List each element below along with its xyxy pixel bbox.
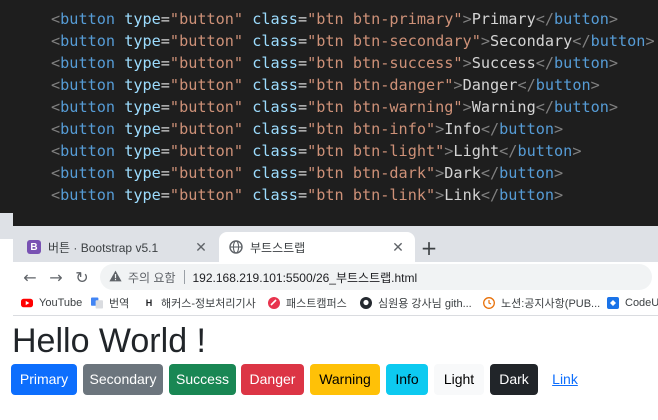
secondary-button[interactable]: Secondary xyxy=(83,364,163,395)
code-line: <button type="button" class="btn btn-lin… xyxy=(51,186,564,204)
bookmark-label: 패스트캠퍼스 xyxy=(286,298,347,310)
address-bar[interactable]: 주의 요함 192.168.219.101:5500/26_부트스트랩.html xyxy=(100,264,652,290)
bookmark-translate[interactable]: 번역 xyxy=(91,294,129,312)
reload-icon[interactable]: ↻ xyxy=(71,266,93,288)
browser-toolbar: ← → ↻ 주의 요함 192.168.219.101:5500/26_부트스트… xyxy=(13,262,658,290)
tab-title: 부트스트랩 xyxy=(250,240,306,255)
bookmark-label: 번역 xyxy=(109,298,130,310)
code-line: <button type="button" class="btn btn-dar… xyxy=(51,164,564,182)
codeup-icon xyxy=(607,297,619,309)
info-button[interactable]: Info xyxy=(386,364,428,395)
fastcampus-icon xyxy=(268,297,280,309)
window-edge xyxy=(0,213,13,239)
bookmarks-bar: YouTube 번역 H 해커스-정보처리기사 패스트캠퍼스 심원용 강사님 g… xyxy=(13,290,658,316)
translate-icon xyxy=(91,297,103,309)
tab-bootstrap-page[interactable]: 부트스트랩 ✕ xyxy=(219,232,415,262)
page-content: Hello World ! Primary Secondary Success … xyxy=(0,316,658,420)
light-button[interactable]: Light xyxy=(434,364,484,395)
bookmark-label: YouTube xyxy=(39,297,83,309)
code-line: <button type="button" class="btn btn-war… xyxy=(51,98,619,116)
bookmark-label: CodeU xyxy=(625,297,658,309)
code-line: <button type="button" class="btn btn-sec… xyxy=(51,32,655,50)
forward-arrow-icon[interactable]: → xyxy=(45,266,67,288)
bookmark-codeup[interactable]: CodeU xyxy=(607,294,658,312)
bookmark-label: 해커스-정보처리기사 xyxy=(161,298,256,310)
code-line: <button type="button" class="btn btn-suc… xyxy=(51,54,619,72)
url-text[interactable]: 192.168.219.101:5500/26_부트스트랩.html xyxy=(193,269,418,286)
code-line: <button type="button" class="btn btn-inf… xyxy=(51,120,564,138)
page-heading: Hello World ! xyxy=(12,322,206,360)
warning-button[interactable]: Warning xyxy=(310,364,380,395)
bookmark-label: 심원용 강사님 gith... xyxy=(378,298,472,310)
bootstrap-logo: B xyxy=(27,240,41,254)
new-tab-button[interactable]: + xyxy=(417,236,441,260)
link-button[interactable]: Link xyxy=(544,364,586,395)
hackers-icon: H xyxy=(145,298,153,308)
warning-icon[interactable] xyxy=(109,270,122,285)
bookmark-hackers[interactable]: H 해커스-정보처리기사 xyxy=(143,294,256,312)
bookmark-github[interactable]: 심원용 강사님 gith... xyxy=(360,294,472,312)
notion-icon xyxy=(483,297,495,309)
bookmark-youtube[interactable]: YouTube xyxy=(21,294,82,312)
close-icon[interactable]: ✕ xyxy=(192,238,210,256)
divider xyxy=(183,270,185,284)
tab-bootstrap-docs[interactable]: B 버튼 · Bootstrap v5.1 ✕ xyxy=(17,232,218,262)
bookmark-label: 노션:공지사항(PUB... xyxy=(501,298,601,310)
github-icon xyxy=(360,297,372,309)
globe-icon xyxy=(229,240,243,254)
back-arrow-icon[interactable]: ← xyxy=(19,266,41,288)
danger-button[interactable]: Danger xyxy=(241,364,304,395)
tab-strip: B 버튼 · Bootstrap v5.1 ✕ 부트스트랩 ✕ + xyxy=(13,226,658,262)
code-line: <button type="button" class="btn btn-lig… xyxy=(51,142,582,160)
close-icon[interactable]: ✕ xyxy=(389,238,407,256)
primary-button[interactable]: Primary xyxy=(11,364,77,395)
tab-title: 버튼 · Bootstrap v5.1 xyxy=(48,240,159,255)
dark-button[interactable]: Dark xyxy=(490,364,538,395)
youtube-icon xyxy=(21,297,33,309)
bookmark-notion[interactable]: 노션:공지사항(PUB... xyxy=(483,294,600,312)
bookmark-fastcampus[interactable]: 패스트캠퍼스 xyxy=(268,294,347,312)
code-line: <button type="button" class="btn btn-dan… xyxy=(51,76,600,94)
code-line: <button type="button" class="btn btn-pri… xyxy=(51,10,619,28)
code-editor[interactable]: <button type="button" class="btn btn-pri… xyxy=(0,0,658,226)
security-label[interactable]: 주의 요함 xyxy=(128,269,176,286)
success-button[interactable]: Success xyxy=(169,364,236,395)
